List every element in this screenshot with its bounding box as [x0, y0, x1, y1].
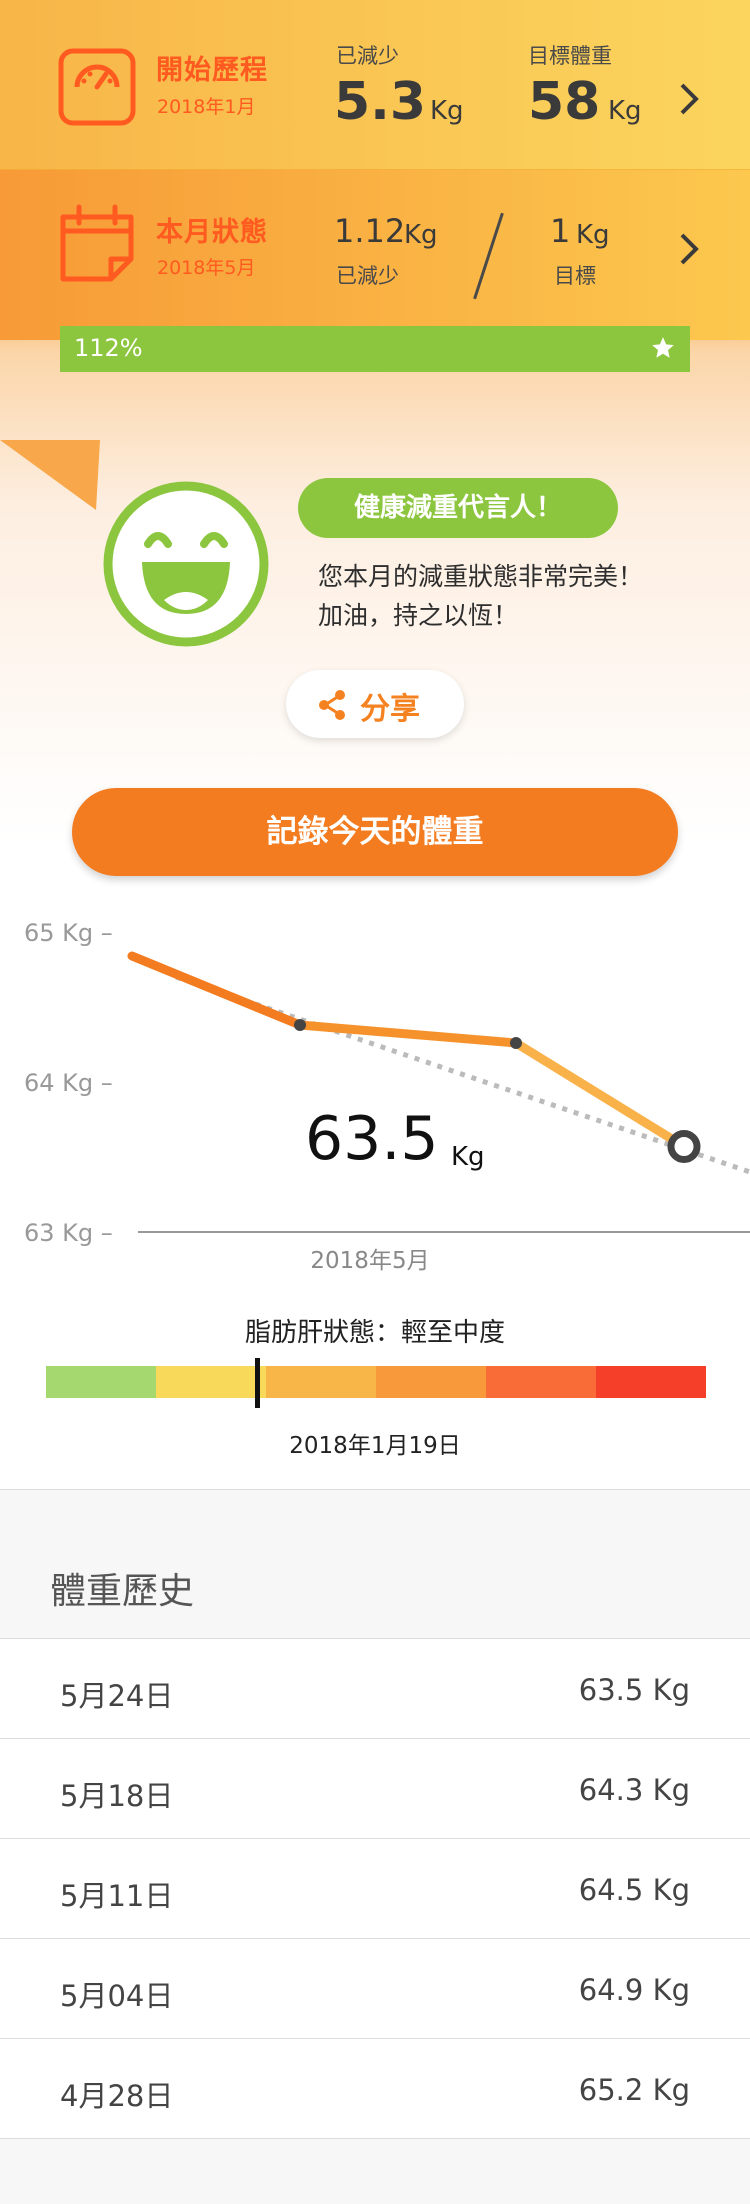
fatty-liver-scale [46, 1366, 706, 1398]
y-tick-label: 65 Kg – [24, 919, 113, 947]
fatty-liver-scale-segment [266, 1366, 376, 1398]
history-weight: 64.9 Kg [578, 1973, 690, 2007]
fatty-liver-scale-segment [156, 1366, 266, 1398]
journey-target-label: 目標體重 [528, 44, 612, 68]
history-row[interactable]: 5月24日 63.5 Kg [0, 1639, 750, 1739]
monthly-lost-unit: Kg [404, 220, 438, 250]
fatty-liver-status-title: 脂肪肝狀態：輕至中度 [244, 1318, 505, 1348]
history-row[interactable]: 5月18日 64.3 Kg [0, 1739, 750, 1839]
history-row[interactable]: 4月28日 65.2 Kg [0, 2039, 750, 2139]
scale-icon [58, 48, 136, 126]
fatty-liver-scale-segment [376, 1366, 486, 1398]
history-date: 5月24日 [60, 1679, 174, 1713]
fatty-liver-date: 2018年1月19日 [289, 1433, 461, 1459]
journey-lost-value: 5.3 [334, 72, 427, 132]
slash-divider [473, 212, 504, 300]
series-segment [511, 1038, 689, 1151]
fatty-liver-scale-segment [596, 1366, 706, 1398]
monthly-date: 2018年5月 [157, 257, 256, 279]
fatty-liver-marker [255, 1358, 261, 1408]
current-weight-unit: Kg [451, 1142, 485, 1172]
series-segment [295, 1020, 521, 1048]
history-list: 5月24日 63.5 Kg 5月18日 64.3 Kg 5月11日 64.5 Kg 5月04… [0, 1638, 750, 2139]
journey-date: 2018年1月 [157, 96, 256, 118]
history-date: 5月18日 [60, 1779, 174, 1813]
history-date: 4月28日 [60, 2079, 174, 2113]
data-point [510, 1037, 522, 1049]
monthly-lost-label: 已減少 [336, 264, 399, 288]
journey-target-value: 58 [528, 72, 601, 132]
ambassador-badge: 健康減重代言人！ [298, 478, 618, 538]
monthly-lost-value: 1.12 [334, 212, 406, 250]
history-weight: 65.2 Kg [578, 2073, 690, 2107]
history-weight: 63.5 Kg [578, 1673, 690, 1707]
journey-target-unit: Kg [608, 96, 642, 126]
monthly-goal-value: 1 [550, 212, 571, 250]
progress-label: 112% [74, 334, 143, 362]
x-axis-label: 2018年5月 [310, 1248, 429, 1274]
record-weight-button[interactable]: 記錄今天的體重 [72, 788, 678, 876]
share-button[interactable]: 分享 [286, 670, 464, 738]
chevron-right-icon[interactable] [678, 232, 700, 266]
history-row[interactable]: 5月11日 64.5 Kg [0, 1839, 750, 1939]
history-weight: 64.5 Kg [578, 1873, 690, 1907]
journey-title: 開始歷程 [156, 55, 268, 86]
monthly-goal-label: 目標 [554, 264, 596, 288]
monthly-title: 本月狀態 [156, 217, 268, 248]
chevron-right-icon[interactable] [678, 82, 700, 116]
message-line-2: 加油，持之以恆！ [318, 601, 519, 630]
history-row[interactable]: 5月04日 64.9 Kg [0, 1939, 750, 2039]
current-data-point [667, 1130, 701, 1163]
weight-chart: 65 Kg – 64 Kg – 63 Kg – 2018年5月 [24, 919, 750, 1274]
series-segment [127, 951, 305, 1030]
history-weight: 64.3 Kg [578, 1773, 690, 1807]
data-point [294, 1019, 306, 1031]
history-title: 體重歷史 [50, 1571, 195, 1612]
smiley-face-icon [103, 481, 269, 647]
journey-lost-label: 已減少 [336, 44, 399, 68]
y-tick-label: 63 Kg – [24, 1219, 113, 1247]
monthly-goal-unit: Kg [576, 220, 610, 250]
y-tick-label: 64 Kg – [24, 1069, 113, 1097]
current-weight-value: 63.5 [305, 1104, 439, 1174]
message-line-1: 您本月的減重狀態非常完美！ [318, 562, 644, 591]
journey-row[interactable]: 開始歷程 2018年1月 已減少 5.3 Kg 目標體重 58 Kg [0, 0, 750, 170]
share-label: 分享 [360, 692, 420, 727]
fatty-liver-scale-segment [486, 1366, 596, 1398]
monthly-row[interactable]: 本月狀態 2018年5月 1.12 Kg 已減少 1 Kg 目標 [0, 170, 750, 340]
fatty-liver-scale-segment [46, 1366, 156, 1398]
share-icon [319, 690, 345, 720]
speech-bubble-tail [0, 440, 100, 510]
journey-lost-unit: Kg [430, 96, 464, 126]
calendar-icon [60, 204, 134, 282]
history-date: 5月04日 [60, 1979, 174, 2013]
history-date: 5月11日 [60, 1879, 174, 1913]
star-icon [652, 337, 674, 358]
monthly-progress-bar: 112% [60, 326, 690, 372]
